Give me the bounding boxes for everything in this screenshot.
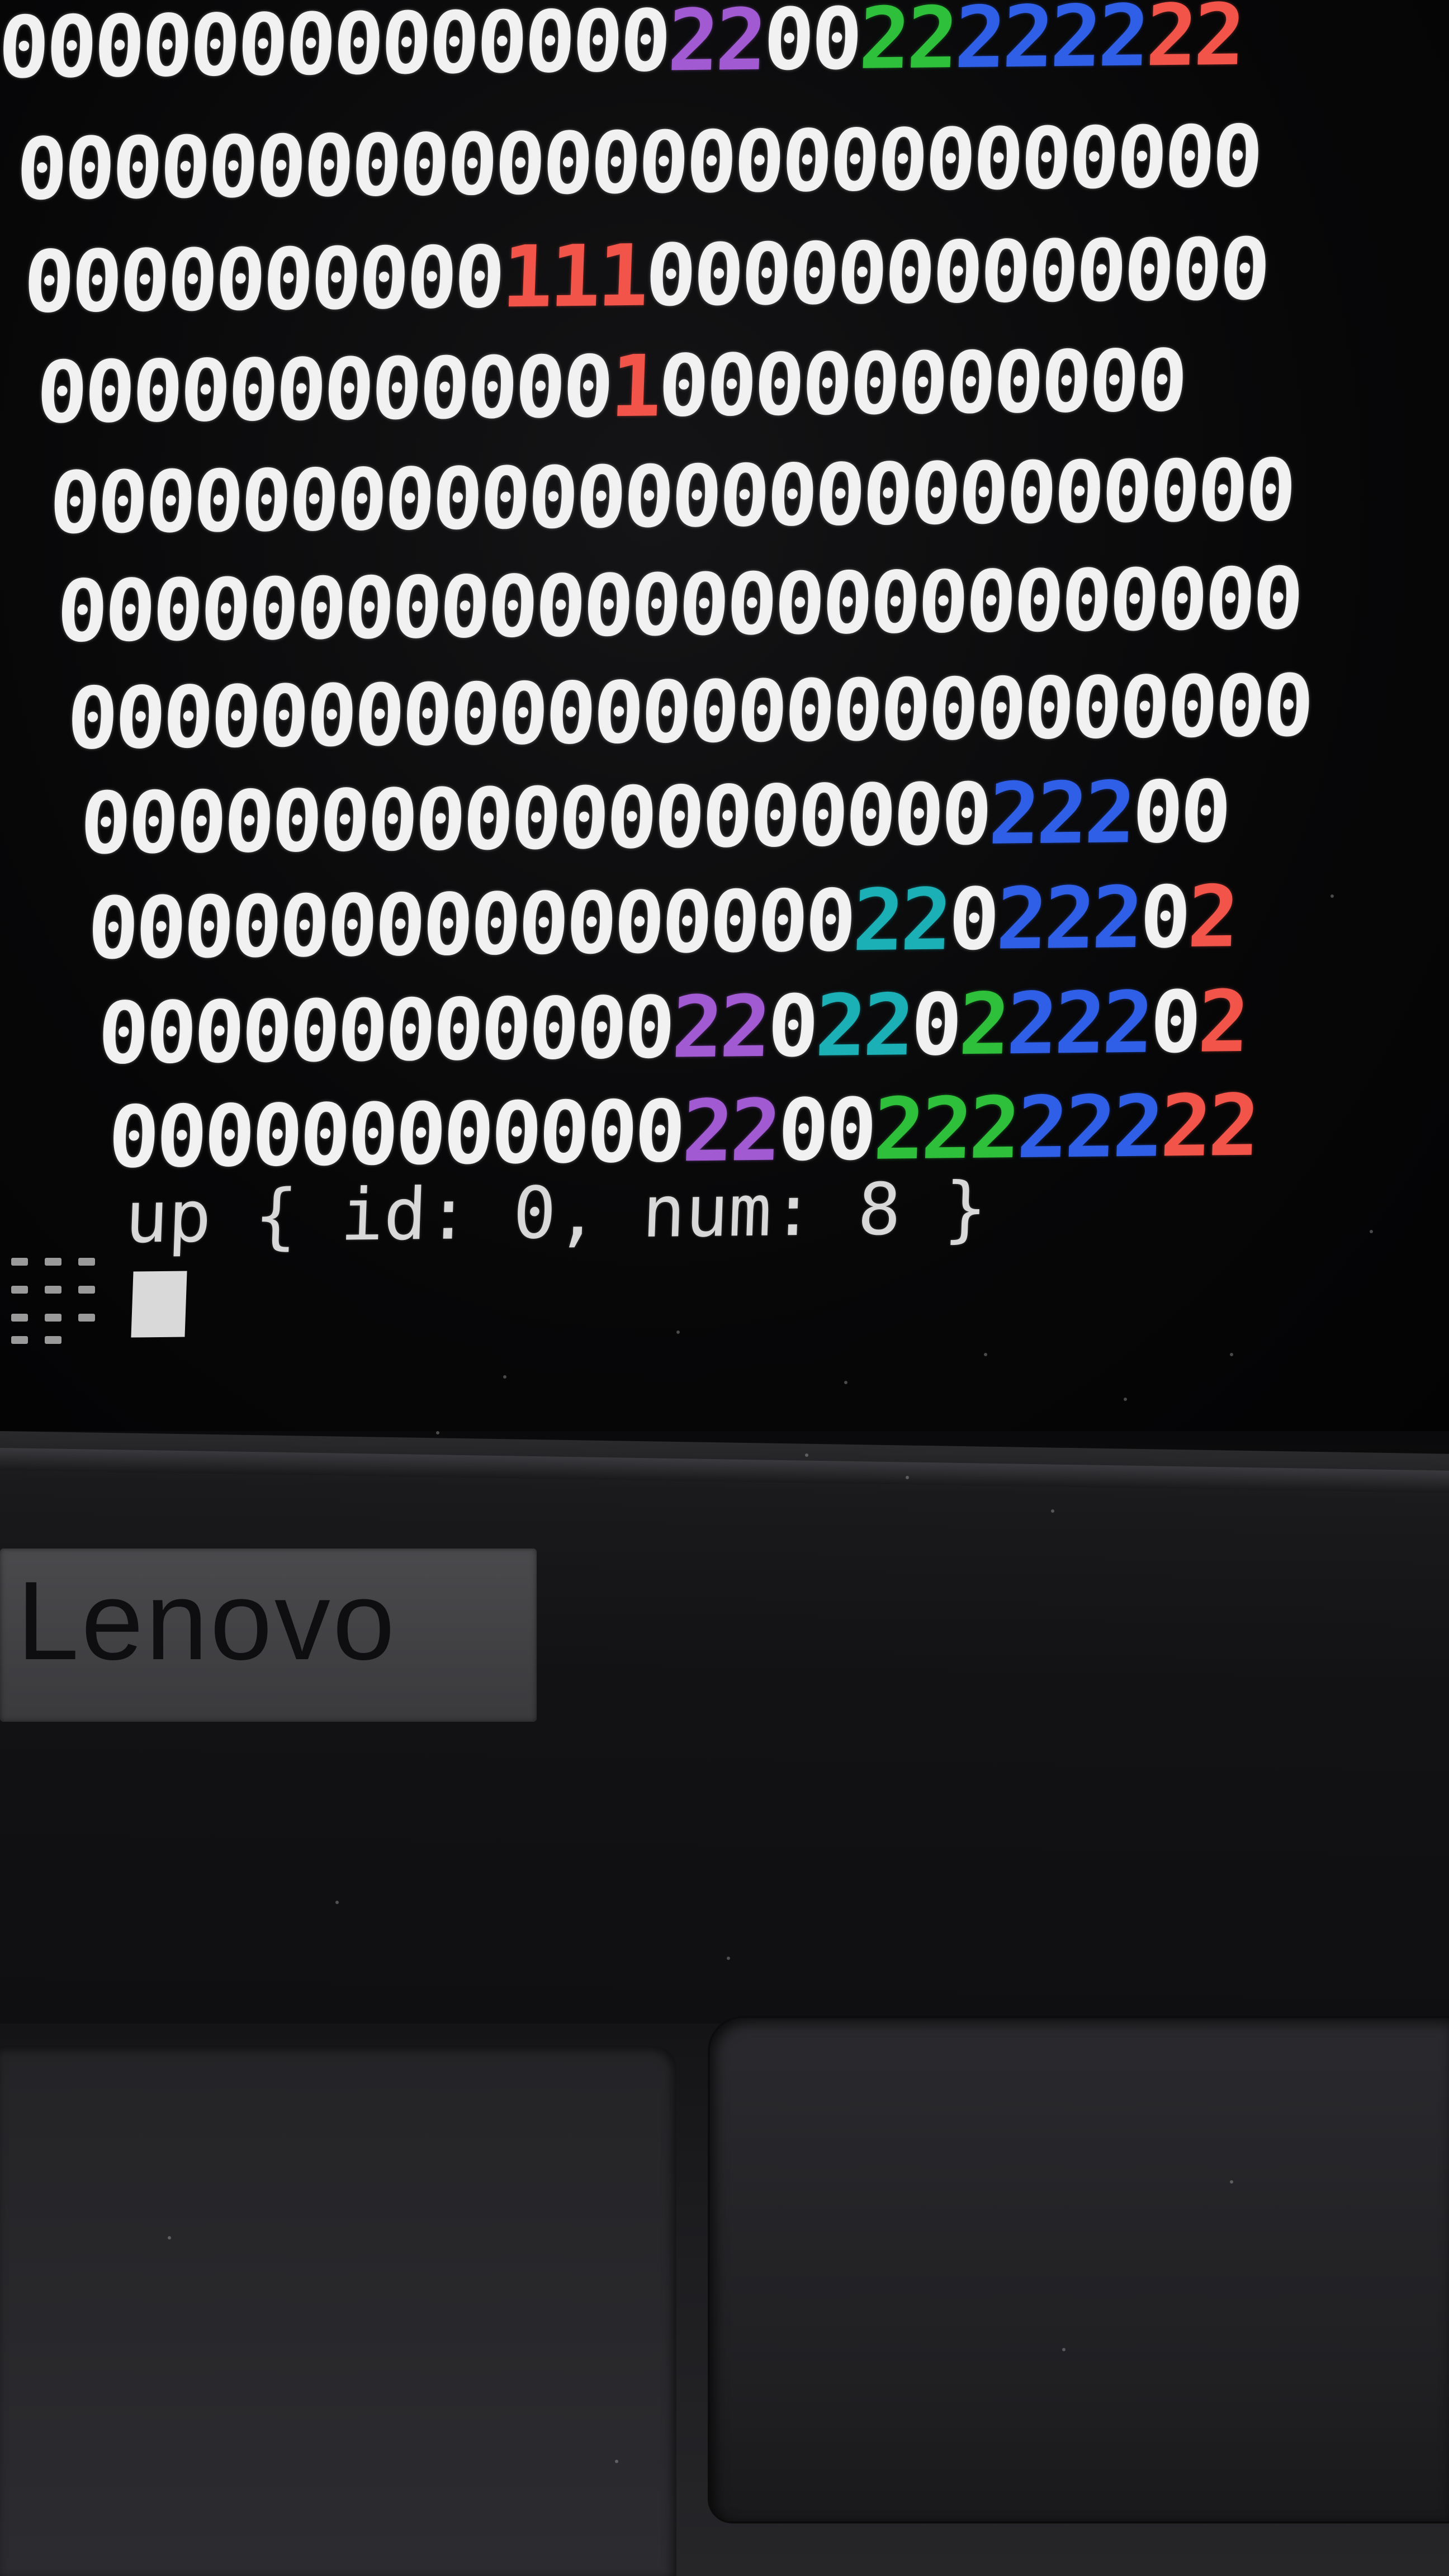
- dust-speck: [727, 1957, 730, 1960]
- grid-segment-white: 00000000000000000000000000: [48, 441, 1295, 553]
- dust-speck: [615, 2460, 618, 2463]
- grid-segment-white: 00: [776, 1079, 875, 1180]
- grid-segment-white: 000000000000: [35, 337, 613, 443]
- dust-speck: [1370, 1230, 1373, 1233]
- grid-segment-purple: 22: [666, 0, 765, 91]
- grid-row: 00000000000000000000000000: [15, 107, 1262, 219]
- grid-row: 00000000000000000000000000: [55, 549, 1303, 661]
- dust-speck: [1330, 894, 1334, 898]
- grid-segment-blue: 2222: [953, 0, 1148, 88]
- dust-speck: [906, 1476, 909, 1479]
- grid-segment-white: 00: [761, 0, 861, 89]
- dust-speck: [1062, 2348, 1066, 2351]
- status-line: up { id: 0, num: 8 }: [124, 1167, 989, 1259]
- dust-speck: [335, 1901, 339, 1904]
- grid-segment-blue: 222: [1005, 973, 1152, 1074]
- photo-scene: 00000000000000220022222222 00000000000000…: [0, 0, 1449, 2576]
- dust-speck: [1051, 1509, 1054, 1513]
- grid-segment-red: 22: [1158, 1076, 1258, 1176]
- grid-row: 00000000001110000000000000: [22, 220, 1269, 332]
- grid-segment-white: 00000000000: [656, 331, 1186, 436]
- dust-speck: [436, 1431, 439, 1434]
- grid-row: 00000000000000220022222222: [0, 0, 1244, 97]
- grid-segment-white: 0: [909, 975, 961, 1075]
- grid-segment-blue: 222: [987, 763, 1134, 864]
- dust-speck: [503, 1375, 506, 1379]
- grid-segment-white: 0000000000000000000: [78, 764, 991, 873]
- grid-segment-white: 00000000000000000000000000: [15, 107, 1262, 219]
- dust-speck: [1230, 1353, 1233, 1356]
- dust-speck: [1230, 2180, 1233, 2184]
- grid-segment-white: 0: [946, 869, 998, 969]
- grid-segment-purple: 22: [680, 1081, 780, 1181]
- grid-row: 00000000000000000000000000: [65, 656, 1313, 769]
- terminal-cursor: [131, 1271, 187, 1338]
- laptop-screen: 00000000000000220022222222 00000000000000…: [0, 0, 1449, 1431]
- grid-segment-white: 00000000000000: [0, 0, 670, 97]
- grid-segment-white: 00000000000000000000000000: [55, 549, 1303, 661]
- grid-segment-red: 2: [1196, 972, 1248, 1072]
- grid-segment-white: 000000000000: [106, 1082, 684, 1187]
- grid-row: 000000000000220022222222: [106, 1076, 1258, 1187]
- dust-speck: [1124, 1398, 1127, 1401]
- grid-row: 000000000000220220222202: [96, 972, 1248, 1083]
- grid-segment-white: 0000000000000000: [86, 871, 855, 978]
- grid-segment-green: 222: [872, 1078, 1019, 1179]
- grid-segment-blue: 222: [995, 868, 1142, 969]
- grid-row: 000000000000100000000000: [35, 331, 1186, 443]
- laptop-bezel: [0, 1431, 1449, 2047]
- grid-segment-cyan: 22: [851, 870, 950, 970]
- grid-segment-white: 0: [1138, 868, 1190, 967]
- grid-segment-white: 000000000000: [96, 978, 674, 1083]
- grid-segment-red: 111: [500, 226, 647, 327]
- grid-segment-white: 0: [1148, 972, 1200, 1072]
- grid-segment-purple: 22: [670, 977, 770, 1077]
- dust-speck: [168, 2236, 171, 2239]
- grid-segment-white: 0: [766, 976, 817, 1076]
- dust-speck: [844, 1381, 847, 1384]
- brand-badge: Lenovo: [0, 1549, 537, 1722]
- dust-speck: [676, 1330, 680, 1334]
- grid-segment-cyan: 22: [813, 976, 913, 1076]
- brand-logo-text: Lenovo: [17, 1559, 397, 1683]
- dust-speck: [805, 1453, 808, 1457]
- grid-segment-white: 0000000000: [22, 228, 504, 332]
- key-right: [710, 2018, 1449, 2521]
- grid-segment-green: 22: [857, 0, 957, 88]
- grid-segment-white: 00000000000000000000000000: [65, 656, 1313, 769]
- keypad-grid-icon: [0, 1252, 117, 1353]
- grid-segment-red: 1: [608, 337, 660, 437]
- terminal-output: 00000000000000220022222222 00000000000000…: [0, 0, 1449, 1431]
- grid-segment-green: 2: [957, 974, 1008, 1074]
- dust-speck: [984, 1353, 987, 1356]
- grid-row: 00000000000000000000000000: [48, 441, 1295, 553]
- grid-row: 000000000000000000022200: [78, 762, 1230, 873]
- key-left: [0, 2046, 676, 2576]
- grid-segment-white: 0000000000000: [643, 220, 1269, 325]
- grid-segment-red: 2: [1186, 867, 1238, 967]
- grid-row: 000000000000000022022202: [86, 867, 1238, 978]
- grid-segment-blue: 222: [1015, 1077, 1163, 1178]
- grid-segment-red: 22: [1144, 0, 1244, 86]
- grid-segment-white: 00: [1130, 762, 1230, 863]
